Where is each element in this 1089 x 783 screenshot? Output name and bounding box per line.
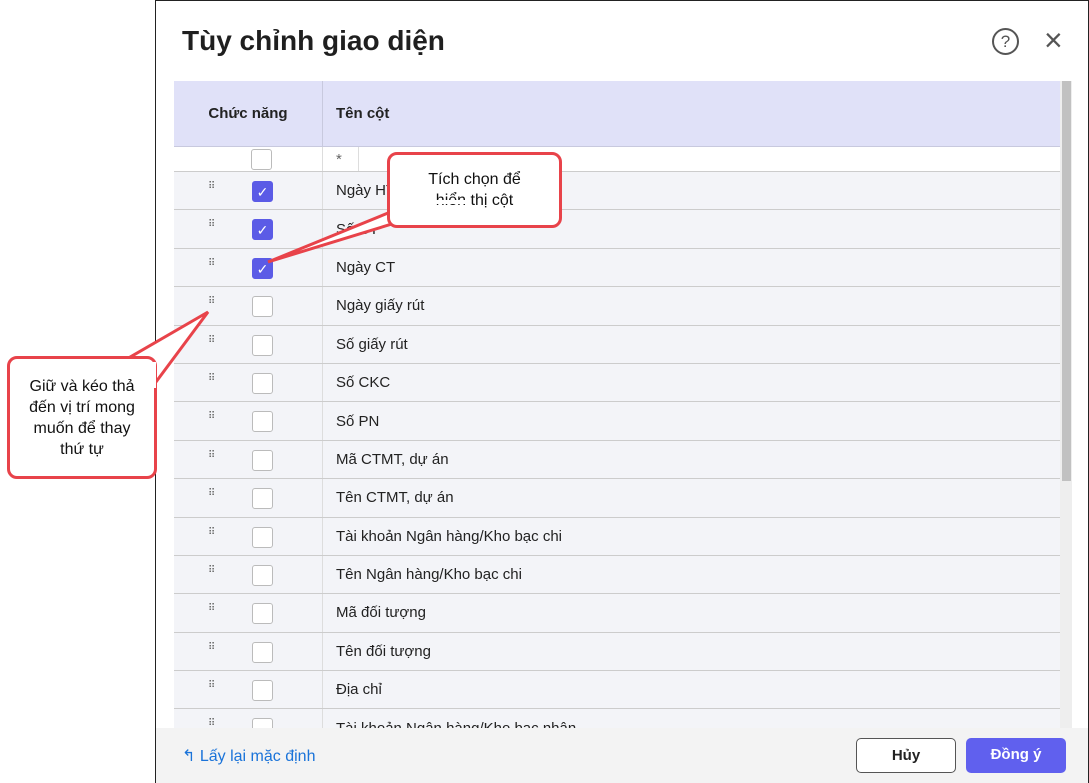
check-callout: Tích chọn để hiển thị cột xyxy=(387,152,562,228)
drag-callout: Giữ và kéo thả đến vị trí mong muốn để t… xyxy=(7,356,157,479)
callout-pointers xyxy=(122,198,471,393)
